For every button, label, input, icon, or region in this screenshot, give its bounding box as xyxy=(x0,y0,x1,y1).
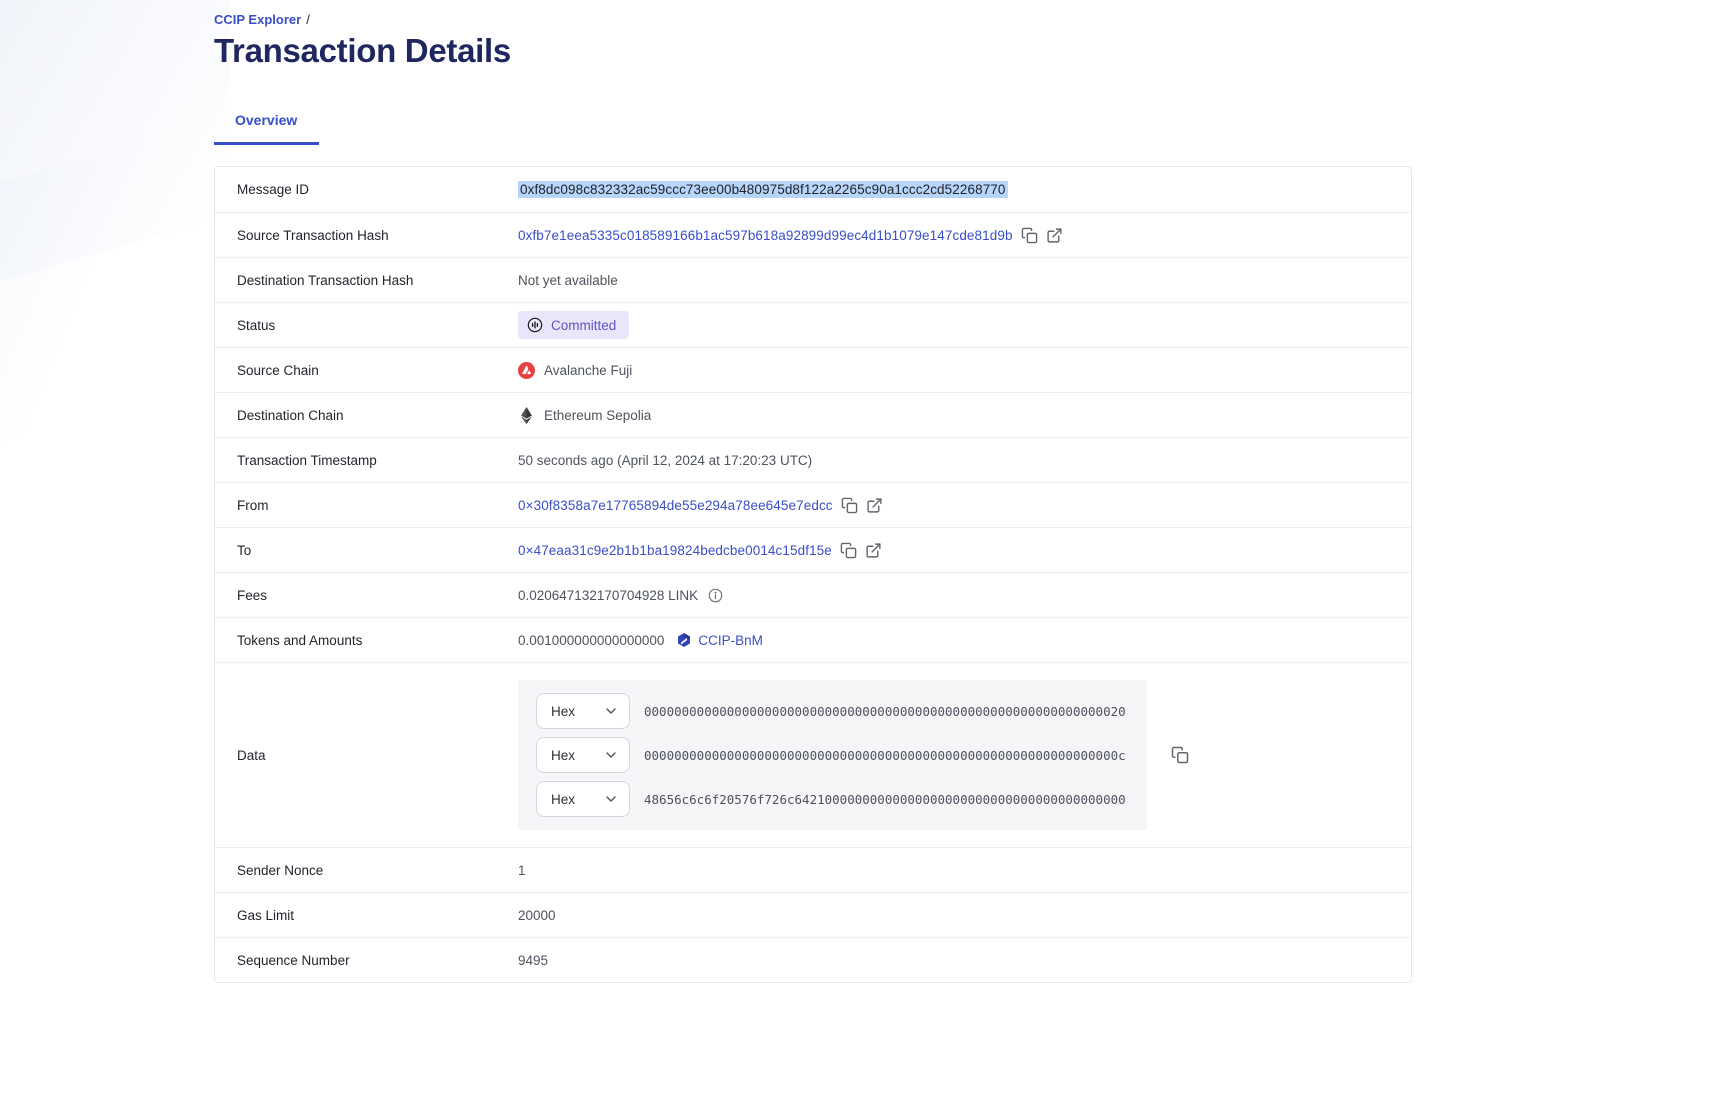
row-to: To 0×47eaa31c9e2b1b1ba19824bedcbe0014c15… xyxy=(215,527,1411,572)
breadcrumb-ccip-explorer-link[interactable]: CCIP Explorer xyxy=(214,12,301,27)
chevron-down-icon xyxy=(603,703,619,719)
transaction-details-card: Message ID 0xf8dc098c832332ac59ccc73ee00… xyxy=(214,166,1412,983)
ethereum-icon xyxy=(521,407,532,424)
avalanche-icon xyxy=(518,362,535,379)
status-badge-label: Committed xyxy=(551,318,616,333)
background-decor xyxy=(0,143,140,498)
source-chain-value: Avalanche Fuji xyxy=(518,362,632,379)
info-icon[interactable] xyxy=(708,588,723,603)
row-label: Data xyxy=(215,748,518,763)
data-line-3: Hex 48656c6c6f20576f726c6421000000000000… xyxy=(536,781,1147,817)
row-fees: Fees 0.020647132170704928 LINK xyxy=(215,572,1411,617)
data-hex-value: 48656c6c6f20576f726c64210000000000000000… xyxy=(644,792,1126,807)
row-source-chain: Source Chain Avalanche Fuji xyxy=(215,347,1411,392)
row-data: Data Hex 0000000000000000000000000000000… xyxy=(215,662,1411,847)
row-label: From xyxy=(215,498,518,513)
dest-tx-hash-value: Not yet available xyxy=(518,273,618,288)
row-timestamp: Transaction Timestamp 50 seconds ago (Ap… xyxy=(215,437,1411,482)
token-amount-value: 0.001000000000000000 xyxy=(518,633,664,648)
external-link-icon xyxy=(866,497,883,514)
status-badge: Committed xyxy=(518,311,629,339)
data-line-1: Hex 000000000000000000000000000000000000… xyxy=(536,693,1147,729)
row-label: To xyxy=(215,543,518,558)
tab-bar: Overview xyxy=(214,102,1412,145)
breadcrumb-separator: / xyxy=(306,12,310,27)
row-gas-limit: Gas Limit 20000 xyxy=(215,892,1411,937)
row-sender-nonce: Sender Nonce 1 xyxy=(215,847,1411,892)
copy-button[interactable] xyxy=(841,497,858,514)
row-label: Sender Nonce xyxy=(215,863,518,878)
timestamp-value: 50 seconds ago (April 12, 2024 at 17:20:… xyxy=(518,453,812,468)
external-link-button[interactable] xyxy=(865,542,882,559)
from-address-link[interactable]: 0×30f8358a7e17765894de55e294a78ee645e7ed… xyxy=(518,498,833,513)
row-status: Status Committed xyxy=(215,302,1411,347)
ccip-bnm-token-icon xyxy=(676,632,692,648)
fees-value: 0.020647132170704928 LINK xyxy=(518,588,698,603)
row-label: Transaction Timestamp xyxy=(215,453,518,468)
row-label: Source Chain xyxy=(215,363,518,378)
chevron-down-icon xyxy=(603,791,619,807)
data-format-label: Hex xyxy=(551,704,575,719)
to-address-link[interactable]: 0×47eaa31c9e2b1b1ba19824bedcbe0014c15df1… xyxy=(518,543,832,558)
source-tx-hash-link[interactable]: 0xfb7e1eea5335c018589166b1ac597b618a9289… xyxy=(518,228,1013,243)
external-link-button[interactable] xyxy=(1046,227,1063,244)
copy-icon xyxy=(1021,227,1038,244)
gas-limit-value: 20000 xyxy=(518,908,556,923)
copy-button[interactable] xyxy=(840,542,857,559)
data-hex-panel: Hex 000000000000000000000000000000000000… xyxy=(518,680,1147,830)
data-format-select[interactable]: Hex xyxy=(536,693,630,729)
tab-overview[interactable]: Overview xyxy=(214,102,319,145)
transaction-details-page: CCIP Explorer / Transaction Details Overv… xyxy=(0,0,1715,1107)
external-link-icon xyxy=(865,542,882,559)
row-label: Tokens and Amounts xyxy=(215,633,518,648)
source-chain-name: Avalanche Fuji xyxy=(544,363,632,378)
page-title: Transaction Details xyxy=(214,32,1412,70)
row-sequence-number: Sequence Number 9495 xyxy=(215,937,1411,982)
external-link-button[interactable] xyxy=(866,497,883,514)
row-label: Source Transaction Hash xyxy=(215,228,518,243)
breadcrumb: CCIP Explorer / xyxy=(214,12,1412,27)
copy-button[interactable] xyxy=(1021,227,1038,244)
sender-nonce-value: 1 xyxy=(518,863,526,878)
copy-icon xyxy=(841,497,858,514)
data-hex-value: 0000000000000000000000000000000000000000… xyxy=(644,704,1126,719)
committed-status-icon xyxy=(527,317,543,333)
row-label: Status xyxy=(215,318,518,333)
row-from: From 0×30f8358a7e17765894de55e294a78ee64… xyxy=(215,482,1411,527)
copy-icon xyxy=(1171,746,1189,764)
ccip-bnm-token-link[interactable]: CCIP-BnM xyxy=(698,633,763,648)
row-label: Message ID xyxy=(215,182,518,197)
row-label: Fees xyxy=(215,588,518,603)
row-dest-tx-hash: Destination Transaction Hash Not yet ava… xyxy=(215,257,1411,302)
row-label: Destination Transaction Hash xyxy=(215,273,518,288)
dest-chain-value: Ethereum Sepolia xyxy=(518,407,651,424)
dest-chain-name: Ethereum Sepolia xyxy=(544,408,651,423)
chevron-down-icon xyxy=(603,747,619,763)
message-id-value: 0xf8dc098c832332ac59ccc73ee00b480975d8f1… xyxy=(518,181,1008,198)
sequence-number-value: 9495 xyxy=(518,953,548,968)
row-label: Sequence Number xyxy=(215,953,518,968)
row-dest-chain: Destination Chain Ethereum Sepolia xyxy=(215,392,1411,437)
external-link-icon xyxy=(1046,227,1063,244)
row-tokens-amounts: Tokens and Amounts 0.001000000000000000 … xyxy=(215,617,1411,662)
row-source-tx-hash: Source Transaction Hash 0xfb7e1eea5335c0… xyxy=(215,212,1411,257)
data-format-label: Hex xyxy=(551,748,575,763)
copy-data-button[interactable] xyxy=(1171,746,1189,764)
data-format-label: Hex xyxy=(551,792,575,807)
data-hex-value: 0000000000000000000000000000000000000000… xyxy=(644,748,1126,763)
data-format-select[interactable]: Hex xyxy=(536,737,630,773)
row-message-id: Message ID 0xf8dc098c832332ac59ccc73ee00… xyxy=(215,167,1411,212)
row-label: Gas Limit xyxy=(215,908,518,923)
data-line-2: Hex 000000000000000000000000000000000000… xyxy=(536,737,1147,773)
data-format-select[interactable]: Hex xyxy=(536,781,630,817)
row-label: Destination Chain xyxy=(215,408,518,423)
copy-icon xyxy=(840,542,857,559)
